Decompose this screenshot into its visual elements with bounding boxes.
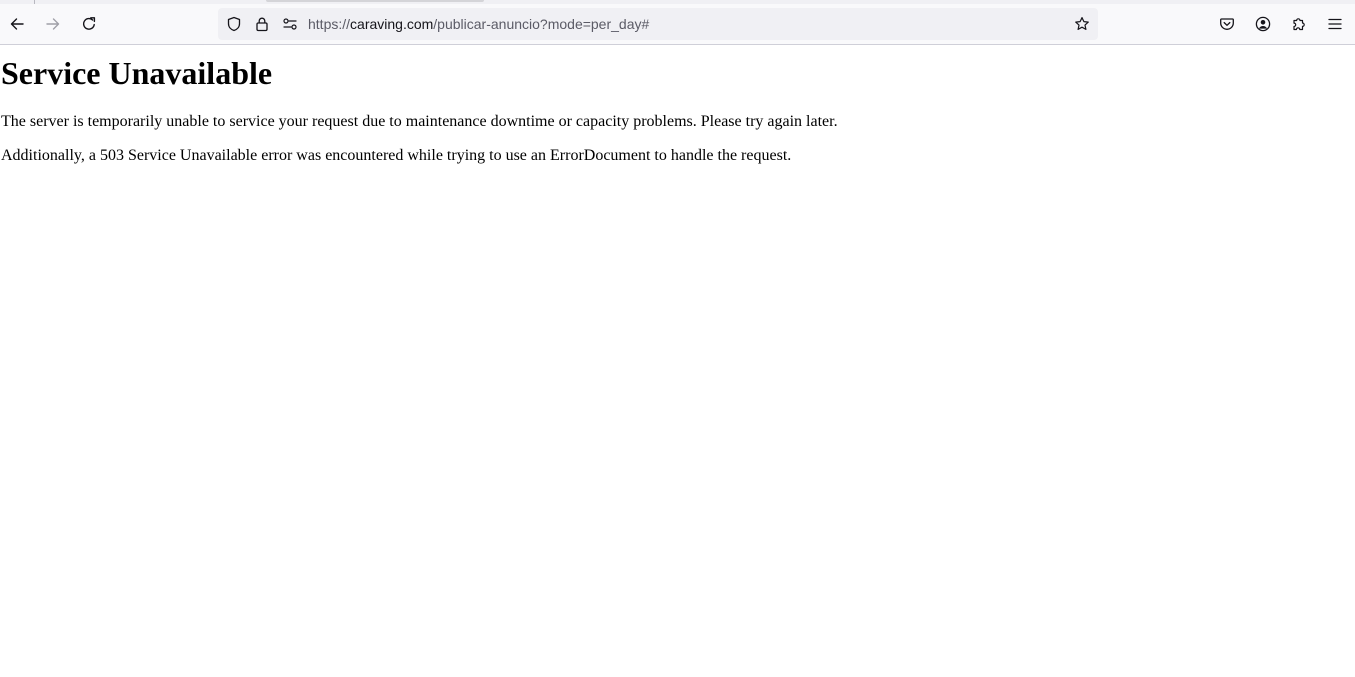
site-security-button[interactable] <box>248 8 276 40</box>
url-text[interactable]: https://caraving.com/publicar-anuncio?mo… <box>308 8 649 40</box>
extensions-button[interactable] <box>1283 8 1315 40</box>
hamburger-icon <box>1328 18 1342 30</box>
page-content: Service Unavailable The server is tempor… <box>0 45 1355 677</box>
pocket-button[interactable] <box>1211 8 1243 40</box>
lock-icon <box>256 17 268 32</box>
star-icon <box>1075 17 1089 30</box>
url-host: caraving.com <box>350 16 434 32</box>
active-tab-edge[interactable] <box>266 0 484 2</box>
forward-button[interactable] <box>37 8 69 40</box>
tracking-protection-button[interactable] <box>220 8 248 40</box>
pocket-icon <box>1220 18 1234 30</box>
permissions-icon <box>283 18 297 30</box>
address-bar[interactable]: https://caraving.com/publicar-anuncio?mo… <box>218 8 1098 40</box>
account-icon <box>1255 16 1271 32</box>
error-detail: Additionally, a 503 Service Unavailable … <box>1 147 792 164</box>
back-button[interactable] <box>1 8 33 40</box>
error-message: The server is temporarily unable to serv… <box>1 113 838 130</box>
reload-icon <box>83 17 96 30</box>
app-menu-button[interactable] <box>1319 8 1351 40</box>
page-title: Service Unavailable <box>1 55 273 91</box>
url-scheme: https:// <box>308 16 351 32</box>
account-button[interactable] <box>1247 8 1279 40</box>
arrow-right-icon <box>46 18 60 30</box>
permissions-button[interactable] <box>276 8 304 40</box>
url-path: /publicar-anuncio?mode=per_day# <box>433 16 650 32</box>
reload-button[interactable] <box>73 8 105 40</box>
shield-icon <box>227 16 241 32</box>
arrow-left-icon <box>10 18 24 30</box>
puzzle-icon <box>1293 18 1305 31</box>
bookmark-button[interactable] <box>1068 8 1096 40</box>
browser-toolbar: https://caraving.com/publicar-anuncio?mo… <box>0 4 1355 45</box>
